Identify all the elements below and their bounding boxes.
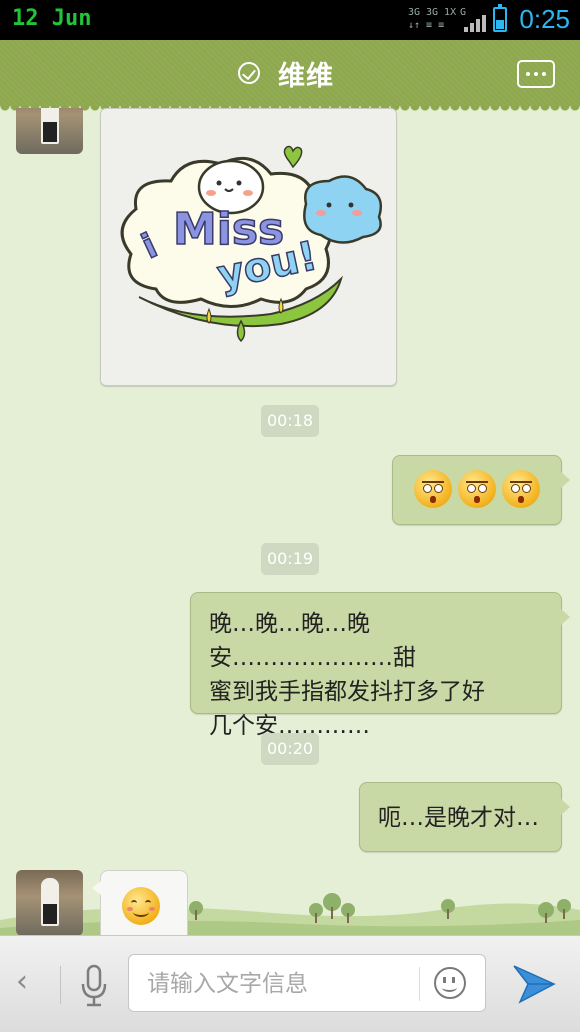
miss-you-sticker: i Miss you! — [120, 145, 383, 343]
back-chevron-icon[interactable]: ‹ — [16, 964, 28, 999]
status-time: 0:25 — [519, 4, 570, 34]
smile-face-emoji — [122, 887, 160, 925]
message-input[interactable] — [128, 954, 486, 1012]
timestamp: 00:19 — [261, 543, 319, 575]
message-input-bar: ‹ — [0, 935, 580, 1032]
outgoing-emoji-bubble[interactable] — [392, 455, 570, 525]
sticker-message[interactable]: i Miss you! — [100, 108, 397, 386]
check-circle-icon — [238, 62, 260, 84]
landscape-decoration — [0, 893, 580, 935]
angry-face-emoji — [502, 470, 540, 508]
timestamp: 00:18 — [261, 405, 319, 437]
outgoing-text-bubble[interactable]: 呃…是晚才对… — [359, 782, 570, 852]
message-line: 蜜到我手指都发抖打多了好 — [209, 679, 485, 705]
more-menu-button[interactable] — [517, 60, 555, 88]
status-bar: 12 Jun 3G 3G 1X G ↓↑ ≡ ≡ 0:25 — [0, 0, 580, 40]
incoming-emoji-bubble[interactable] — [92, 870, 188, 936]
contact-avatar[interactable] — [16, 870, 83, 936]
divider — [419, 967, 420, 1001]
angry-face-emoji — [458, 470, 496, 508]
more-menu-icon — [526, 72, 530, 76]
outgoing-text-bubble[interactable]: 晚…晚…晚…晚安…………………甜 蜜到我手指都发抖打多了好 几个安………… — [190, 592, 570, 739]
message-line: 晚…晚…晚…晚安…………………甜 — [209, 611, 416, 671]
chat-header: 维维 — [0, 40, 580, 112]
emoji-face-icon[interactable] — [434, 967, 466, 999]
network-3g1x: 3G 1X — [426, 7, 457, 18]
battery-icon — [493, 4, 507, 32]
contact-name[interactable]: 维维 — [278, 54, 334, 93]
message-text: 呃…是晚才对… — [378, 805, 539, 831]
status-date: 12 Jun — [12, 6, 92, 31]
timestamp: 00:20 — [261, 733, 319, 765]
angry-face-emoji — [414, 470, 452, 508]
signal-bars-icon — [458, 12, 486, 32]
data-arrows-icon: ↓↑ ≡ ≡ — [408, 20, 445, 31]
send-plane-icon[interactable] — [510, 960, 558, 1008]
network-3g: 3G — [408, 7, 421, 18]
divider — [60, 966, 61, 1004]
microphone-icon[interactable] — [80, 964, 108, 1008]
message-text-field[interactable] — [145, 965, 409, 1003]
